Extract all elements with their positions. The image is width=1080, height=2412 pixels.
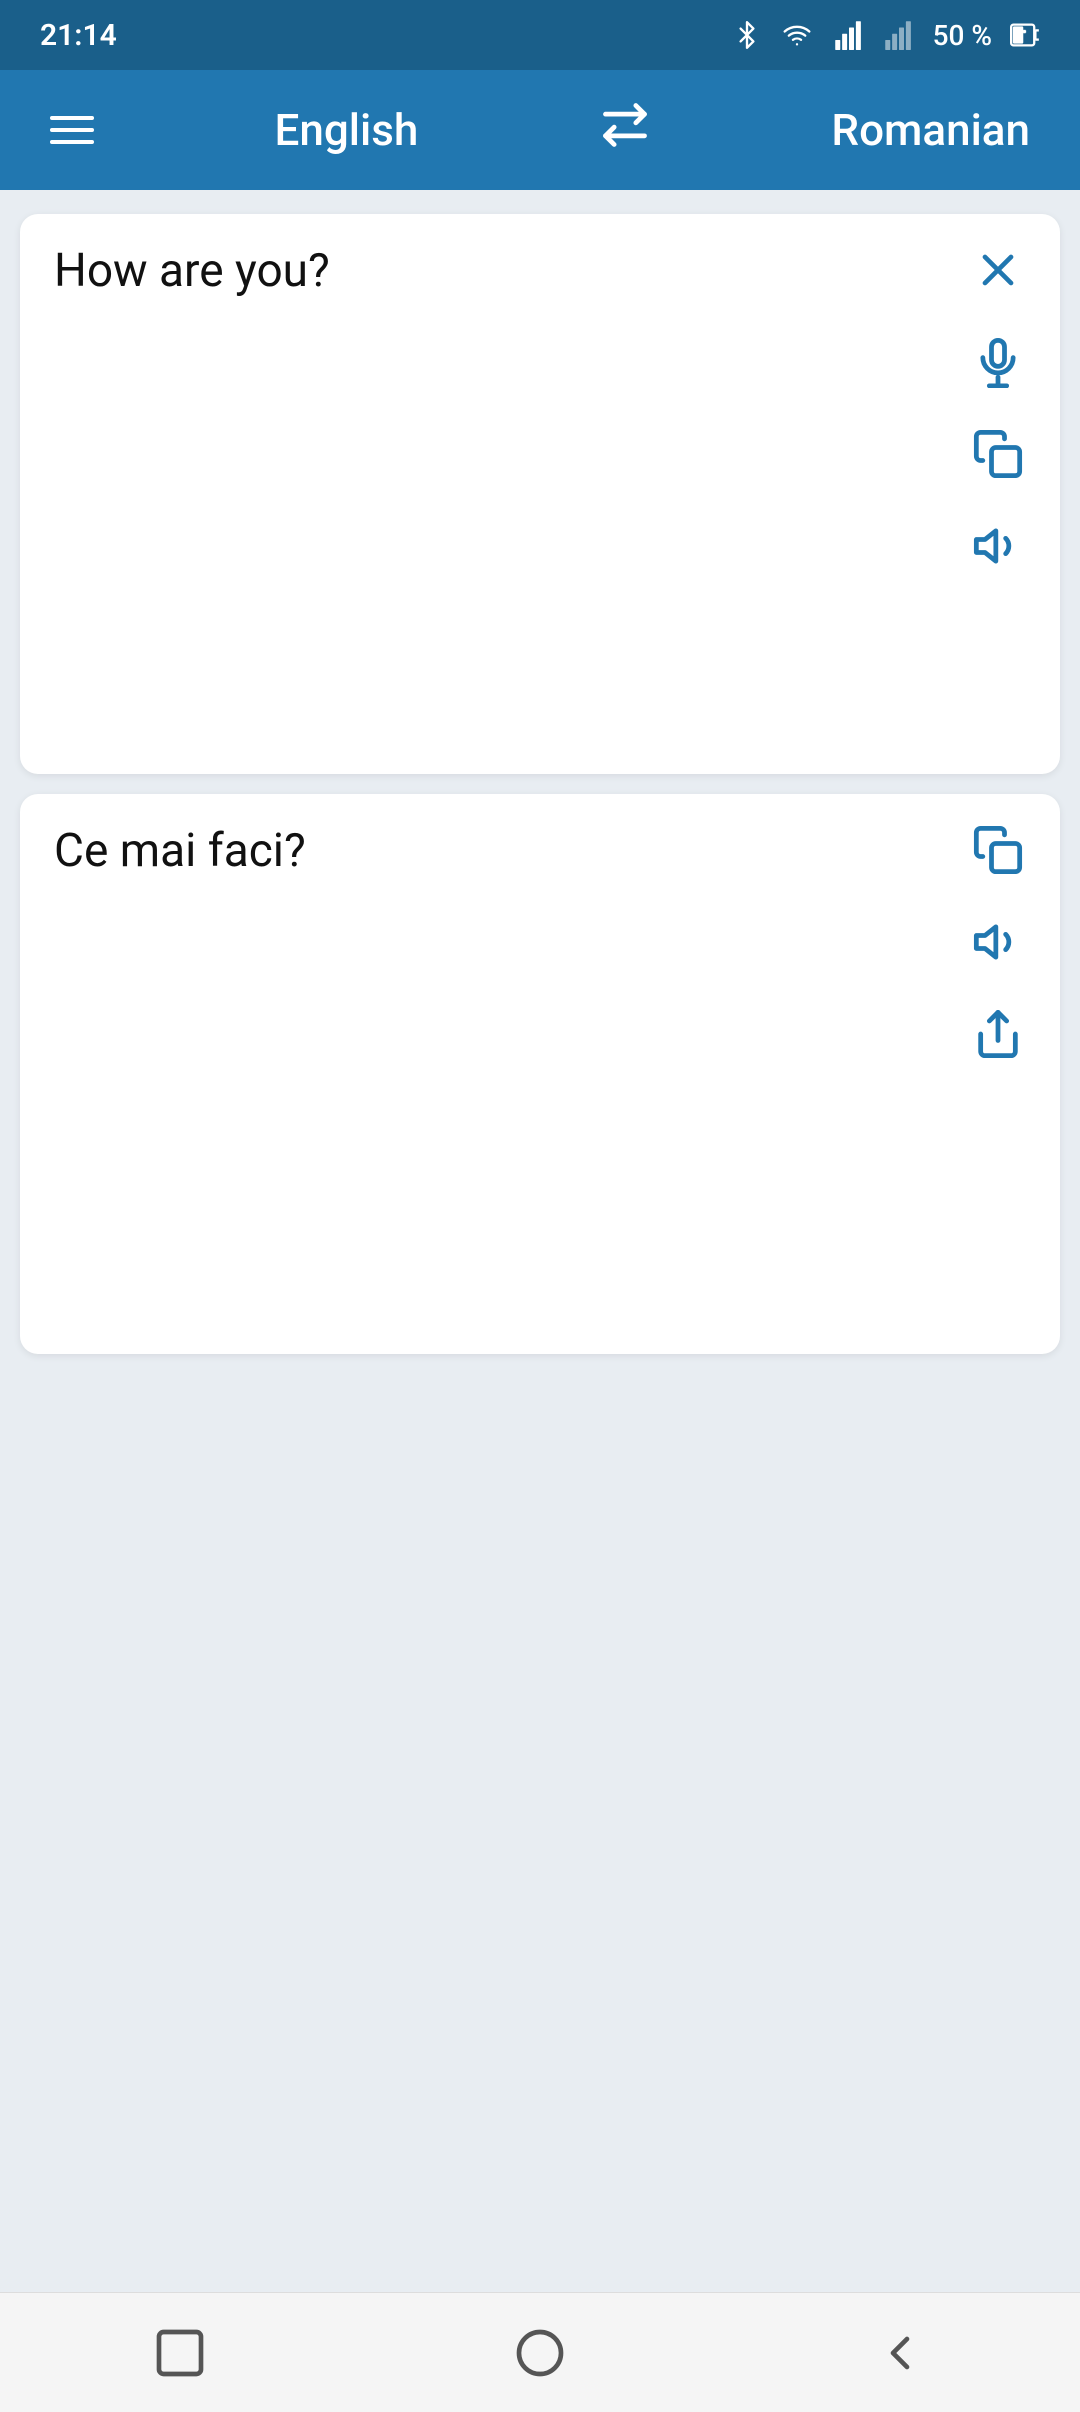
source-card-actions [966,238,1030,578]
wifi-icon [779,21,815,49]
swap-languages-button[interactable] [599,103,651,158]
status-bar: 21:14 50 % [0,0,1080,70]
signal2-icon [883,20,915,50]
copy-source-button[interactable] [966,422,1030,486]
bluetooth-icon [733,17,761,53]
battery-text: 50 % [933,19,992,52]
status-time: 21:14 [40,18,117,53]
copy-target-button[interactable] [966,818,1030,882]
recent-button[interactable] [140,2313,220,2393]
app-bar: English Romanian [0,70,1080,190]
source-language-button[interactable]: English [275,104,419,156]
menu-button[interactable] [50,116,94,144]
speak-target-button[interactable] [966,910,1030,974]
bottom-nav [0,2292,1080,2412]
back-button[interactable] [860,2313,940,2393]
source-text[interactable]: How are you? [54,244,330,298]
speak-source-button[interactable] [966,514,1030,578]
clear-button[interactable] [966,238,1030,302]
share-button[interactable] [966,1002,1030,1066]
microphone-button[interactable] [966,330,1030,394]
target-card: Ce mai faci? [20,794,1060,1354]
target-text: Ce mai faci? [54,824,306,878]
main-content: How are you? [0,190,1080,2292]
signal-icon [833,20,865,50]
home-button[interactable] [500,2313,580,2393]
status-icons: 50 % [733,17,1040,53]
target-language-button[interactable]: Romanian [831,104,1030,156]
battery-icon [1010,22,1040,48]
target-card-actions [966,818,1030,1066]
source-card: How are you? [20,214,1060,774]
